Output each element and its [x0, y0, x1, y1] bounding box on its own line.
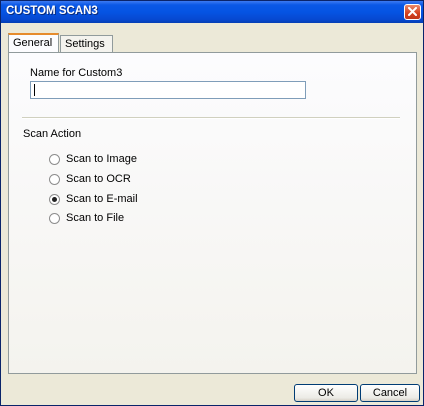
radio-scan-to-email[interactable]: Scan to E-mail: [49, 192, 138, 206]
section-divider: [22, 117, 400, 119]
scan-action-label: Scan Action: [23, 128, 82, 140]
radio-label: Scan to Image: [66, 153, 137, 165]
radio-label: Scan to E-mail: [66, 193, 138, 205]
radio-scan-to-file[interactable]: Scan to File: [49, 211, 124, 225]
title-bar[interactable]: CUSTOM SCAN3: [1, 1, 423, 23]
cancel-button[interactable]: Cancel: [360, 384, 420, 402]
radio-label: Scan to OCR: [66, 173, 131, 185]
radio-scan-to-image[interactable]: Scan to Image: [49, 152, 137, 166]
tab-general[interactable]: General: [8, 33, 59, 52]
name-label: Name for Custom3: [30, 67, 123, 79]
general-tab-panel: Name for Custom3 Scan Action Scan to Ima…: [8, 52, 417, 374]
ok-button[interactable]: OK: [294, 384, 358, 402]
radio-scan-to-ocr[interactable]: Scan to OCR: [49, 172, 131, 186]
close-icon: [408, 7, 417, 16]
close-button[interactable]: [404, 4, 421, 20]
radio-button[interactable]: [49, 193, 60, 205]
text-caret: [34, 84, 35, 96]
window-title: CUSTOM SCAN3: [6, 5, 98, 17]
radio-button[interactable]: [49, 173, 60, 185]
name-input[interactable]: [30, 81, 306, 99]
dialog-window: CUSTOM SCAN3 General Settings Name for C…: [0, 0, 424, 406]
radio-button[interactable]: [49, 153, 60, 165]
radio-label: Scan to File: [66, 212, 125, 224]
tab-settings[interactable]: Settings: [60, 35, 113, 52]
radio-button[interactable]: [49, 212, 60, 224]
